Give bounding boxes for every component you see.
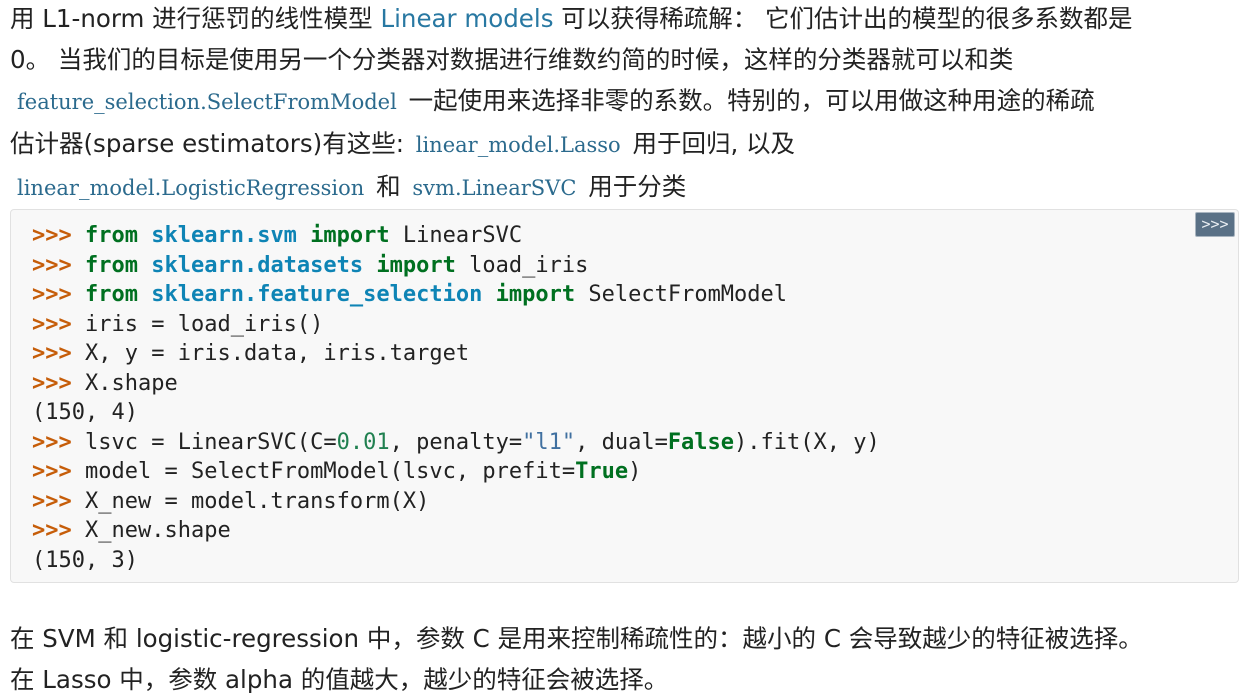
select-from-model-link[interactable]: feature_selection.SelectFromModel [17,90,397,114]
identifier: load_iris [469,252,589,278]
logistic-regression-link[interactable]: linear_model.LogisticRegression [17,176,364,200]
code-line: >>> iris = load_iris() [32,310,880,340]
code-line: >>> from sklearn.datasets import load_ir… [32,251,880,281]
module-name: sklearn.feature_selection [151,282,483,307]
intro-paragraph: 用 L1-norm 进行惩罚的线性模型 Linear models 可以获得稀疏… [10,0,1235,209]
code-line: >>> lsvc = LinearSVC(C=0.01, penalty="l1… [32,428,880,458]
prompt: >>> [32,341,72,366]
code-line: >>> X_new = model.transform(X) [32,487,880,517]
sparsity-paragraph: 在 SVM 和 logistic-regression 中，参数 C 是用来控制… [10,618,1235,700]
code-text: X, y = iris.data, iris.target [85,341,470,366]
identifier: SelectFromModel [588,282,788,307]
text: 用于分类 [588,172,687,201]
code-output: (150, 4) [32,400,138,425]
code-text: , penalty= [389,429,523,455]
code-text: iris = load_iris() [85,311,324,337]
intro-line-1: 用 L1-norm 进行惩罚的线性模型 Linear models 可以获得稀疏… [10,0,1235,39]
code-line: >>> X.shape [32,369,880,399]
text: 用于回归, 以及 [632,129,796,158]
code-text: X.shape [85,370,178,396]
prompt: >>> [32,223,72,248]
linear-svc-link[interactable]: svm.LinearSVC [412,176,576,200]
intro-line-5: linear_model.LogisticRegression 和 svm.Li… [10,166,1235,209]
keyword: from [85,282,138,307]
lasso-link[interactable]: linear_model.Lasso [416,133,621,157]
intro-line-4: 估计器(sparse estimators)有这些: linear_model.… [10,123,1235,166]
module-name: sklearn.svm [151,223,297,248]
keyword: from [85,223,138,248]
prompt: >>> [32,488,72,514]
text: 可以获得稀疏解： 它们估计出的模型的很多系数都是 [553,4,1133,33]
toggle-prompt-button[interactable]: >>> [1195,212,1235,237]
linear-models-link[interactable]: Linear models [380,4,553,33]
text: 估计器(sparse estimators)有这些: [10,129,412,158]
code-block: >>> >>> from sklearn.svm import LinearSV… [10,209,1239,583]
keyword: False [667,429,735,455]
keyword: import [310,223,390,248]
code-text: , dual= [575,429,668,455]
prompt: >>> [32,311,72,337]
text: 和 [376,172,401,201]
keyword: from [85,252,138,278]
code-output: (150, 3) [32,547,138,573]
code-text: lsvc = LinearSVC(C= [85,429,337,455]
prompt: >>> [32,370,72,396]
module-name: sklearn.datasets [151,252,364,278]
intro-line-2: 0。 当我们的目标是使用另一个分类器对数据进行维数约简的时候，这样的分类器就可以… [10,39,1235,80]
sparsity-line-1: 在 SVM 和 logistic-regression 中，参数 C 是用来控制… [10,624,1143,653]
keyword: import [495,282,576,307]
keyword: import [376,252,456,278]
code-line: >>> X_new.shape [32,516,880,546]
prompt: >>> [32,252,72,278]
code-text: X_new.shape [85,518,231,543]
prompt: >>> [32,282,72,307]
intro-line-3: feature_selection.SelectFromModel 一起使用来选… [10,80,1235,123]
code-content: >>> from sklearn.svm import LinearSVC >>>… [32,221,880,575]
sparsity-line-2: 在 Lasso 中，参数 alpha 的值越大，越少的特征会被选择。 [10,665,669,694]
code-text: ).fit(X, y) [734,429,880,455]
code-line: >>> from sklearn.svm import LinearSVC [32,221,880,251]
prompt: >>> [32,518,72,543]
text: 0。 当我们的目标是使用另一个分类器对数据进行维数约简的时候，这样的分类器就可以… [10,45,1014,74]
identifier: LinearSVC [402,223,523,248]
code-line: >>> X, y = iris.data, iris.target [32,339,880,369]
text: 一起使用来选择非零的系数。特别的，可以用做这种用途的稀疏 [408,86,1095,115]
code-text: X_new = model.transform(X) [85,488,430,514]
prompt: >>> [32,429,72,455]
code-line: >>> model = SelectFromModel(lsvc, prefit… [32,457,880,487]
number-literal: 0.01 [336,429,390,455]
prompt: >>> [32,459,72,484]
keyword: True [575,459,629,484]
code-line: >>> from sklearn.feature_selection impor… [32,280,880,310]
code-text: ) [628,459,642,484]
code-text: model = SelectFromModel(lsvc, prefit= [85,459,576,484]
string-literal: "l1" [522,429,576,455]
text: 用 L1-norm 进行惩罚的线性模型 [10,4,381,33]
